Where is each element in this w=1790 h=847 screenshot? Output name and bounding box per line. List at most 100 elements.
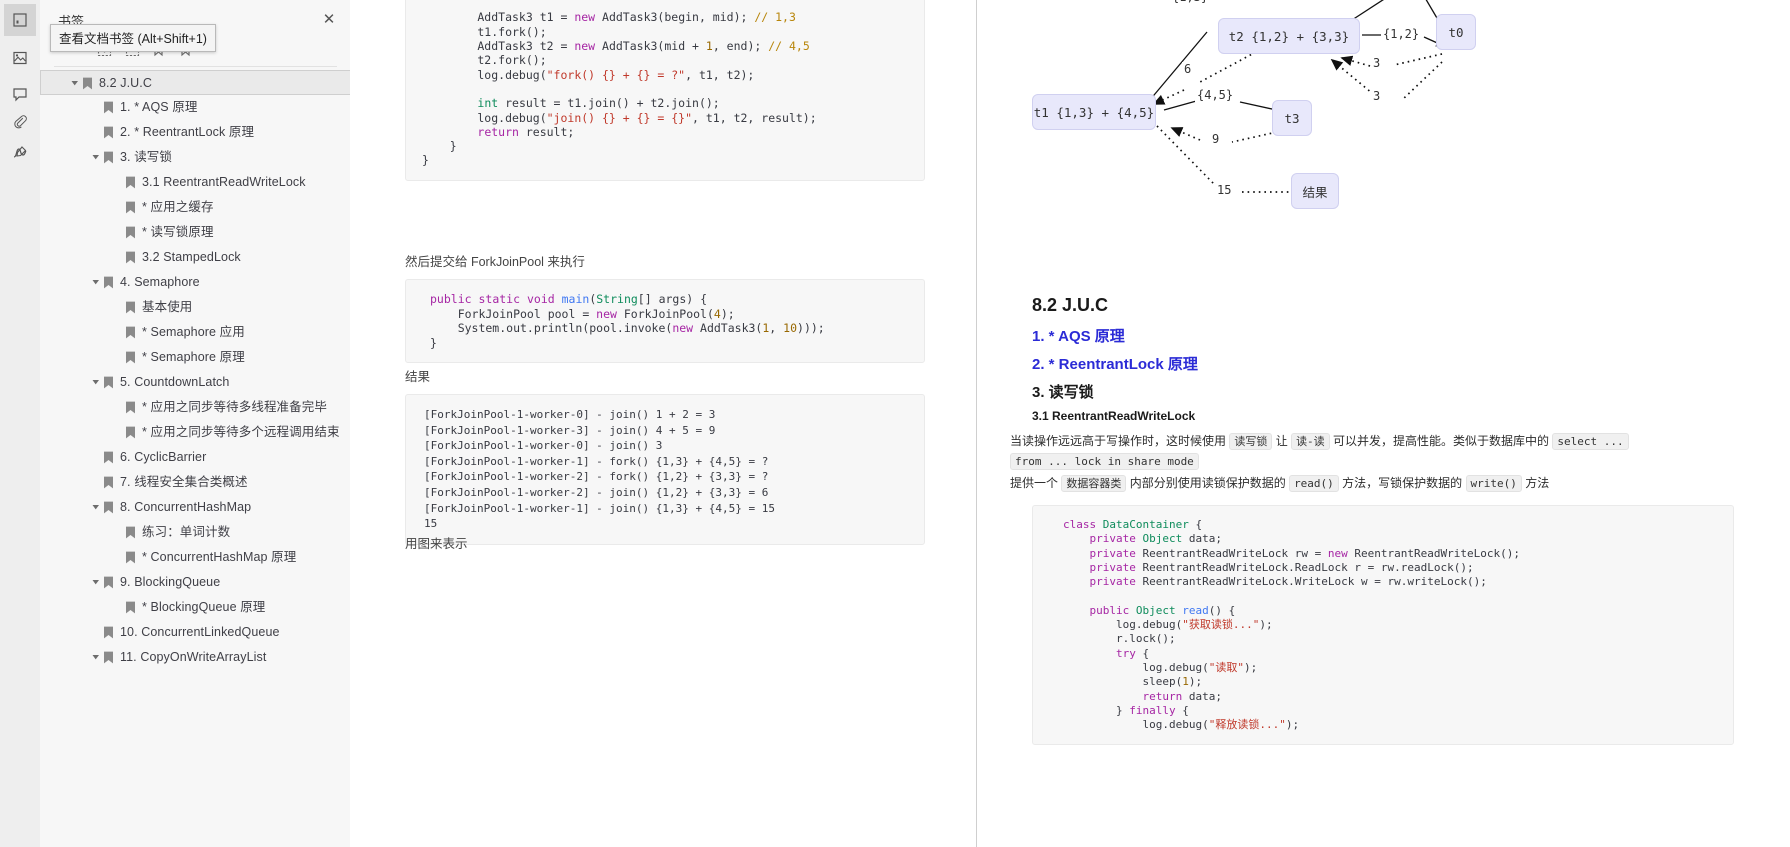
pdf-page-right[interactable]: t1 {1,3} + {4,5} t2 {1,2} + {3,3} t3 t0 … [977,0,1790,847]
bookmark-item[interactable]: * ConcurrentHashMap 原理 [40,545,350,570]
bookmark-item[interactable]: * 应用之同步等待多线程准备完毕 [40,395,350,420]
bookmark-item[interactable]: 3. 读写锁 [40,145,350,170]
code-content: public static void main(String[] args) {… [430,292,825,350]
twisty-placeholder [112,423,124,428]
bookmark-label: * 应用之同步等待多个远程调用结束 [142,425,340,439]
bookmarks-icon[interactable] [4,4,36,36]
bookmark-label: 5. CountdownLatch [120,375,230,389]
heading-reentrantlock[interactable]: 2. * ReentrantLock 原理 [1032,353,1198,374]
chevron-down-icon[interactable] [90,273,102,286]
bookmark-icon [102,648,115,664]
chevron-down-icon[interactable] [69,74,81,87]
para2-text-d: 方法 [1525,476,1550,490]
bookmark-icon [102,98,115,114]
bookmark-icon [102,623,115,639]
bookmark-label: 3. 读写锁 [120,150,172,164]
left-icon-rail [0,0,41,847]
chevron-down-icon[interactable] [90,498,102,511]
bookmark-icon [81,74,94,90]
bookmark-item[interactable]: 6. CyclicBarrier [40,445,350,470]
chevron-down-icon[interactable] [90,648,102,661]
diagram-edge-value-6: 6 [1182,62,1194,76]
bookmark-icon [124,248,137,264]
bookmark-label: 3.2 StampedLock [142,250,241,264]
attachments-icon[interactable] [4,106,36,138]
bookmark-icon [102,448,115,464]
bookmark-label: 基本使用 [142,300,193,314]
toolbar-divider [54,66,337,67]
bookmark-label: 11. CopyOnWriteArrayList [120,650,267,664]
para1-code-lockshare: from ... lock in share mode [1010,453,1199,470]
signature-icon[interactable] [4,136,36,168]
diagram-edge-label-1-2: {1,2} [1381,27,1422,41]
twisty-placeholder [90,123,102,128]
bookmark-item[interactable]: * 应用之同步等待多个远程调用结束 [40,420,350,445]
bookmark-item[interactable]: 1. * AQS 原理 [40,95,350,120]
code-content: [ForkJoinPool-1-worker-0] - join() 1 + 2… [424,408,775,531]
twisty-placeholder [90,448,102,453]
bookmark-item[interactable]: 基本使用 [40,295,350,320]
bookmark-item[interactable]: * 读写锁原理 [40,220,350,245]
paragraph-datacontainer: 提供一个 数据容器类 内部分别使用读锁保护数据的 read() 方法，写锁保护数… [1010,473,1750,493]
bookmark-icon [124,398,137,414]
caption-diagram: 用图来表示 [405,537,468,551]
pdf-page-left[interactable]: } // 1 5 int mid = (end + begin) / 2; //… [350,0,977,847]
bookmark-item[interactable]: 11. CopyOnWriteArrayList [40,645,350,670]
twisty-placeholder [112,548,124,553]
twisty-placeholder [112,523,124,528]
bookmark-item[interactable]: 3.2 StampedLock [40,245,350,270]
bookmark-item[interactable]: 5. CountdownLatch [40,370,350,395]
bookmark-item[interactable]: * BlockingQueue 原理 [40,595,350,620]
bookmark-icon [124,223,137,239]
bookmark-item[interactable]: 2. * ReentrantLock 原理 [40,120,350,145]
bookmark-item[interactable]: 8.2 J.U.C [40,70,350,95]
twisty-placeholder [90,98,102,103]
chevron-down-icon[interactable] [90,148,102,161]
thumbnails-icon[interactable] [4,42,36,74]
bookmark-item[interactable]: 9. BlockingQueue [40,570,350,595]
caption-submit-forkjoinpool: 然后提交给 ForkJoinPool 来执行 [405,255,585,269]
chevron-down-icon[interactable] [90,373,102,386]
twisty-placeholder [90,473,102,478]
diagram-edge-value-9: 9 [1210,132,1222,146]
bookmark-icon [102,148,115,164]
bookmark-label: * Semaphore 原理 [142,350,245,364]
bookmark-label: 4. Semaphore [120,275,200,289]
code-block-main: public static void main(String[] args) {… [405,279,925,363]
para2-text-a: 提供一个 [1010,476,1059,490]
bookmark-item[interactable]: 8. ConcurrentHashMap [40,495,350,520]
close-icon[interactable]: ✕ [320,10,338,28]
bookmark-item[interactable]: 4. Semaphore [40,270,350,295]
chevron-down-icon[interactable] [90,573,102,586]
diagram-node-t0: t0 [1436,14,1476,50]
diagram-edge-label-1-3: {1,3} [1170,0,1211,4]
twisty-placeholder [112,323,124,328]
para1-code-readwritelock: 读写锁 [1229,433,1273,450]
bookmark-icon [124,198,137,214]
bookmark-item[interactable]: 7. 线程安全集合类概述 [40,470,350,495]
bookmark-label: * 读写锁原理 [142,225,214,239]
code-block-datacontainer: class DataContainer { private Object dat… [1032,505,1734,746]
paragraph-readwritelock: 当读操作远远高于写操作时，这时候使用 读写锁 让 读-读 可以并发，提高性能。类… [1010,431,1750,471]
bookmark-item[interactable]: * 应用之缓存 [40,195,350,220]
bookmark-item[interactable]: 练习：单词计数 [40,520,350,545]
diagram-node-t1: t1 {1,3} + {4,5} [1032,94,1156,130]
code-content: } // 1 5 int mid = (end + begin) / 2; //… [422,10,817,168]
bookmark-icon [102,473,115,489]
bookmark-label: 1. * AQS 原理 [120,100,198,114]
twisty-placeholder [112,298,124,303]
bookmark-item[interactable]: * Semaphore 原理 [40,345,350,370]
bookmark-label: 3.1 ReentrantReadWriteLock [142,175,306,189]
bookmark-item[interactable]: * Semaphore 应用 [40,320,350,345]
para2-code-write: write() [1465,475,1522,492]
para1-code-readread: 读-读 [1291,433,1330,450]
twisty-placeholder [112,173,124,178]
bookmark-item[interactable]: 10. ConcurrentLinkedQueue [40,620,350,645]
diagram-edge-value-15: 15 [1215,183,1234,197]
bookmark-label: 练习：单词计数 [142,525,231,539]
bookmark-tree[interactable]: 8.2 J.U.C 1. * AQS 原理 2. * ReentrantLock 原… [40,70,350,847]
bookmark-item[interactable]: 3.1 ReentrantReadWriteLock [40,170,350,195]
heading-aqs[interactable]: 1. * AQS 原理 [1032,325,1125,346]
para2-text-c: 方法，写锁保护数据的 [1342,476,1463,490]
bookmark-label: * BlockingQueue 原理 [142,600,266,614]
